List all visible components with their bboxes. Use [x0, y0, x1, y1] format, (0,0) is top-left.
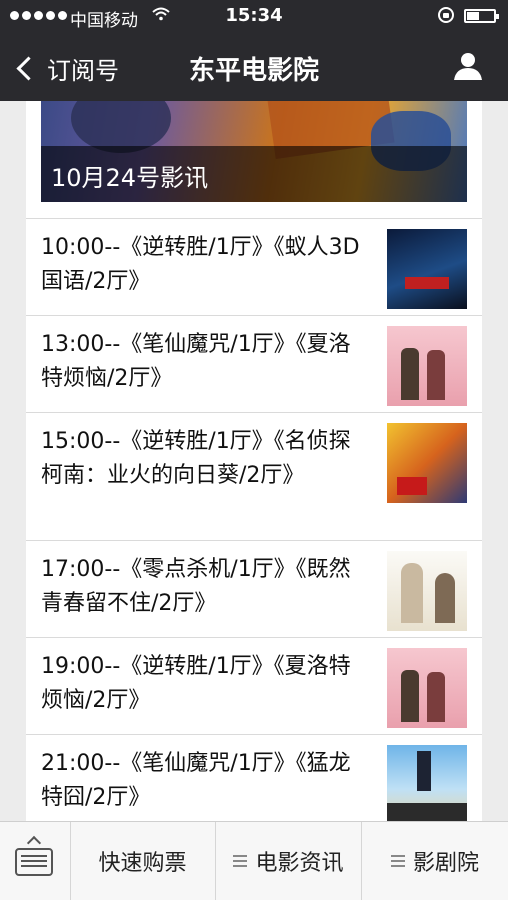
movie-thumbnail [387, 648, 467, 728]
article-card: 10月24号影讯 10:00--《逆转胜/1厅》《蚁人3D国语/2厅》 13:0… [26, 101, 482, 821]
movie-thumbnail [387, 423, 467, 503]
menu-quick-ticket[interactable]: 快速购票 [70, 822, 216, 900]
menu-theater[interactable]: 影剧院 [362, 822, 508, 900]
top-bar: 中国移动 15:34 订阅号 东平电影院 [0, 0, 508, 101]
banner-image[interactable]: 10月24号影讯 [41, 101, 467, 202]
schedule-item[interactable]: 19:00--《逆转胜/1厅》《夏洛特烦恼/2厅》 [26, 638, 482, 735]
profile-button[interactable] [452, 50, 484, 82]
schedule-text: 10:00--《逆转胜/1厅》《蚁人3D国语/2厅》 [41, 235, 360, 294]
schedule-list: 10:00--《逆转胜/1厅》《蚁人3D国语/2厅》 13:00--《笔仙魔咒/… [26, 218, 482, 821]
status-bar: 中国移动 15:34 [0, 0, 508, 34]
menu-label: 快速购票 [98, 851, 187, 876]
banner-caption: 10月24号影讯 [51, 164, 209, 192]
menu-list-icon [233, 860, 248, 862]
movie-thumbnail [387, 745, 467, 821]
page-title: 东平电影院 [188, 56, 319, 86]
schedule-item[interactable]: 10:00--《逆转胜/1厅》《蚁人3D国语/2厅》 [26, 219, 482, 316]
battery-icon [464, 9, 499, 23]
rotation-lock-icon [438, 7, 454, 23]
schedule-text: 19:00--《逆转胜/1厅》《夏洛特烦恼/2厅》 [41, 654, 351, 713]
schedule-item[interactable]: 13:00--《笔仙魔咒/1厅》《夏洛特烦恼/2厅》 [26, 316, 482, 413]
schedule-item[interactable]: 15:00--《逆转胜/1厅》《名侦探柯南：业火的向日葵/2厅》 [26, 413, 482, 541]
bottom-menu: 快速购票 电影资讯 影剧院 [0, 821, 508, 900]
status-time: 15:34 [225, 5, 283, 26]
person-icon [454, 53, 482, 80]
menu-label: 影剧院 [412, 851, 479, 876]
menu-list-icon [390, 860, 405, 862]
menu-label: 电影资讯 [255, 851, 344, 876]
keyboard-icon [15, 848, 53, 876]
schedule-item[interactable]: 17:00--《零点杀机/1厅》《既然青春留不住/2厅》 [26, 541, 482, 638]
schedule-text: 13:00--《笔仙魔咒/1厅》《夏洛特烦恼/2厅》 [41, 332, 351, 391]
schedule-text: 17:00--《零点杀机/1厅》《既然青春留不住/2厅》 [41, 557, 351, 616]
schedule-text: 21:00--《笔仙魔咒/1厅》《猛龙特囧/2厅》 [41, 751, 351, 810]
movie-thumbnail [387, 229, 467, 309]
banner-caption-overlay: 10月24号影讯 [41, 146, 467, 202]
movie-thumbnail [387, 326, 467, 406]
menu-movie-news[interactable]: 电影资讯 [216, 822, 362, 900]
schedule-text: 15:00--《逆转胜/1厅》《名侦探柯南：业火的向日葵/2厅》 [41, 429, 351, 488]
keyboard-toggle-button[interactable] [0, 822, 71, 900]
schedule-item[interactable]: 21:00--《笔仙魔咒/1厅》《猛龙特囧/2厅》 [26, 735, 482, 821]
movie-thumbnail [387, 551, 467, 631]
